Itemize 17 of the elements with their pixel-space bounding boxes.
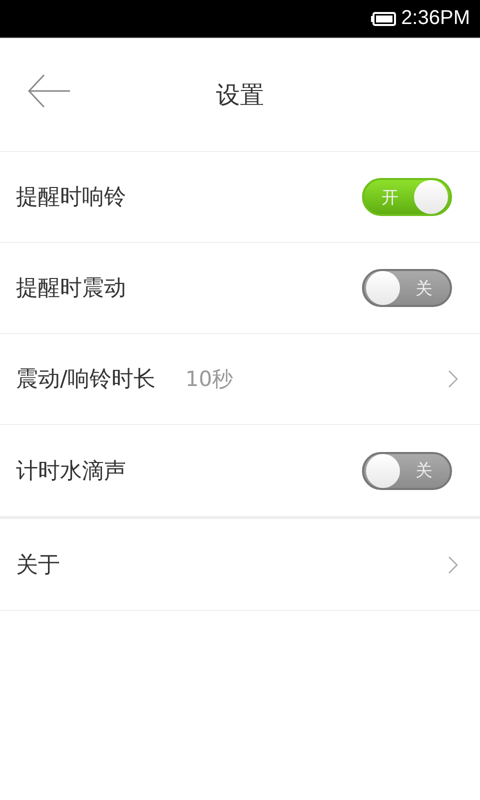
page-title: 设置 — [216, 80, 264, 110]
settings-row[interactable]: 计时水滴声 关 — [0, 425, 480, 516]
back-button[interactable] — [28, 74, 72, 108]
chevron-right-icon — [448, 370, 458, 388]
setting-value: 10秒 — [185, 366, 234, 393]
battery-icon — [371, 12, 396, 26]
settings-row[interactable]: 震动/响铃时长 10秒 — [0, 334, 480, 425]
status-time: 2:36PM — [401, 7, 470, 30]
settings-row[interactable]: 关于 — [0, 519, 480, 610]
settings-row[interactable]: 提醒时响铃 开 — [0, 152, 480, 243]
setting-label: 提醒时响铃 — [16, 184, 126, 212]
settings-row[interactable]: 提醒时震动 关 — [0, 243, 480, 334]
setting-label: 震动/响铃时长 — [16, 366, 156, 394]
setting-label: 计时水滴声 — [16, 458, 126, 486]
chevron-right-icon — [448, 556, 458, 574]
setting-label: 关于 — [16, 552, 60, 580]
setting-label: 提醒时震动 — [16, 275, 126, 303]
